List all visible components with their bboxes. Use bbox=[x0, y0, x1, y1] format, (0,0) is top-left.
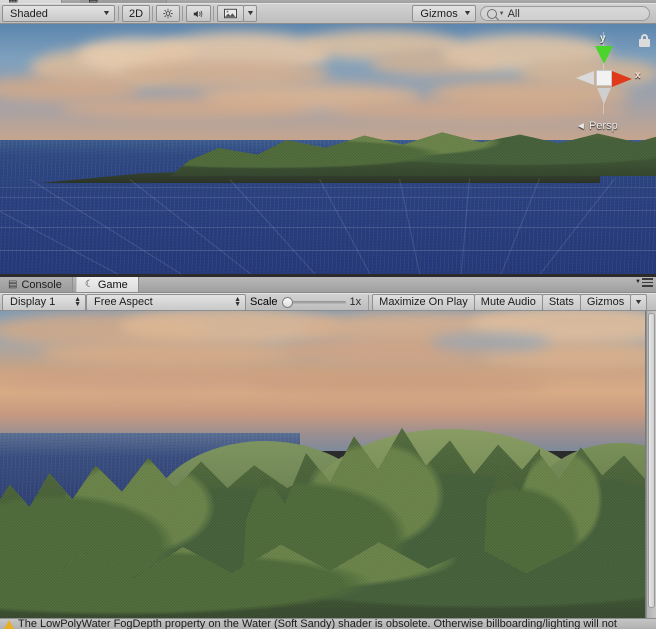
status-message: The LowPolyWater FogDepth property on th… bbox=[18, 618, 617, 629]
dock-tab-strip: ▤ Console ☾ Game bbox=[0, 277, 656, 293]
image-icon bbox=[224, 8, 237, 19]
aspect-ratio-dropdown[interactable]: Free Aspect ▲ ▼ bbox=[86, 293, 246, 311]
scene-view-toolbar: Shaded ▼ 2D ▼ Gizmos ▼ ▼ All bbox=[0, 3, 656, 24]
console-icon: ▤ bbox=[8, 278, 18, 290]
search-icon bbox=[486, 8, 497, 19]
scale-label: Scale bbox=[250, 296, 278, 308]
scene-view-viewport[interactable]: y x ◄ Persp bbox=[0, 24, 656, 274]
scale-value: 1x bbox=[349, 296, 362, 308]
sun-icon bbox=[163, 8, 173, 19]
chevron-down-icon: ▼ bbox=[635, 279, 641, 286]
game-view-toolbar: Display 1 ▲ ▼ Free Aspect ▲ ▼ Scale 1x Max… bbox=[0, 293, 656, 311]
tab-console[interactable]: ▤ Console bbox=[0, 277, 73, 292]
updown-icon: ▲ ▼ bbox=[74, 296, 81, 308]
warning-icon bbox=[4, 620, 14, 629]
mute-audio-button[interactable]: Mute Audio bbox=[473, 293, 543, 311]
scene-search-input[interactable]: ▼ All bbox=[479, 6, 650, 21]
stats-button[interactable]: Stats bbox=[541, 293, 581, 311]
unity-editor-window: ▦ Scene ▤ Asset Store Shaded ▼ 2D bbox=[0, 0, 656, 629]
effects-toggle-button[interactable] bbox=[217, 5, 245, 22]
maximize-on-play-button[interactable]: Maximize On Play bbox=[372, 293, 475, 311]
game-gizmos-button[interactable]: Gizmos bbox=[579, 293, 632, 311]
chevron-down-icon: ▼ bbox=[498, 10, 505, 17]
display-dropdown[interactable]: Display 1 ▲ ▼ bbox=[2, 293, 86, 311]
chevron-down-icon: ▼ bbox=[634, 298, 644, 306]
scrollbar-thumb[interactable] bbox=[648, 313, 655, 608]
chevron-down-icon: ▼ bbox=[245, 10, 255, 17]
toolbar-divider bbox=[213, 6, 215, 21]
scale-slider-track[interactable] bbox=[281, 296, 346, 308]
lighting-toggle-button[interactable] bbox=[156, 5, 181, 22]
panel-options-icon[interactable]: ▼ bbox=[635, 278, 653, 287]
toolbar-divider bbox=[182, 6, 184, 21]
toolbar-divider bbox=[118, 6, 119, 21]
tab-game[interactable]: ☾ Game bbox=[75, 277, 139, 292]
game-icon: ☾ bbox=[84, 278, 94, 290]
updown-icon: ▲ ▼ bbox=[234, 296, 241, 308]
chevron-down-icon: ▼ bbox=[462, 10, 472, 17]
gizmos-dropdown-button[interactable]: Gizmos ▼ bbox=[412, 5, 476, 22]
status-bar[interactable]: The LowPolyWater FogDepth property on th… bbox=[0, 618, 656, 629]
draw-mode-dropdown[interactable]: Shaded ▼ bbox=[2, 5, 115, 22]
toolbar-divider bbox=[368, 294, 370, 310]
scale-slider-knob[interactable] bbox=[281, 296, 293, 308]
toolbar-divider bbox=[152, 6, 154, 21]
scale-slider[interactable]: Scale 1x bbox=[246, 296, 365, 308]
audio-toggle-button[interactable] bbox=[186, 5, 212, 22]
chevron-down-icon: ▼ bbox=[102, 10, 112, 17]
2d-toggle-button[interactable]: 2D bbox=[122, 5, 151, 22]
game-view-viewport[interactable] bbox=[0, 311, 646, 618]
game-gizmos-dropdown-button[interactable]: ▼ bbox=[630, 293, 648, 311]
speaker-icon bbox=[193, 10, 203, 17]
effects-dropdown-button[interactable]: ▼ bbox=[243, 5, 258, 22]
game-view-scrollbar[interactable] bbox=[646, 311, 656, 618]
